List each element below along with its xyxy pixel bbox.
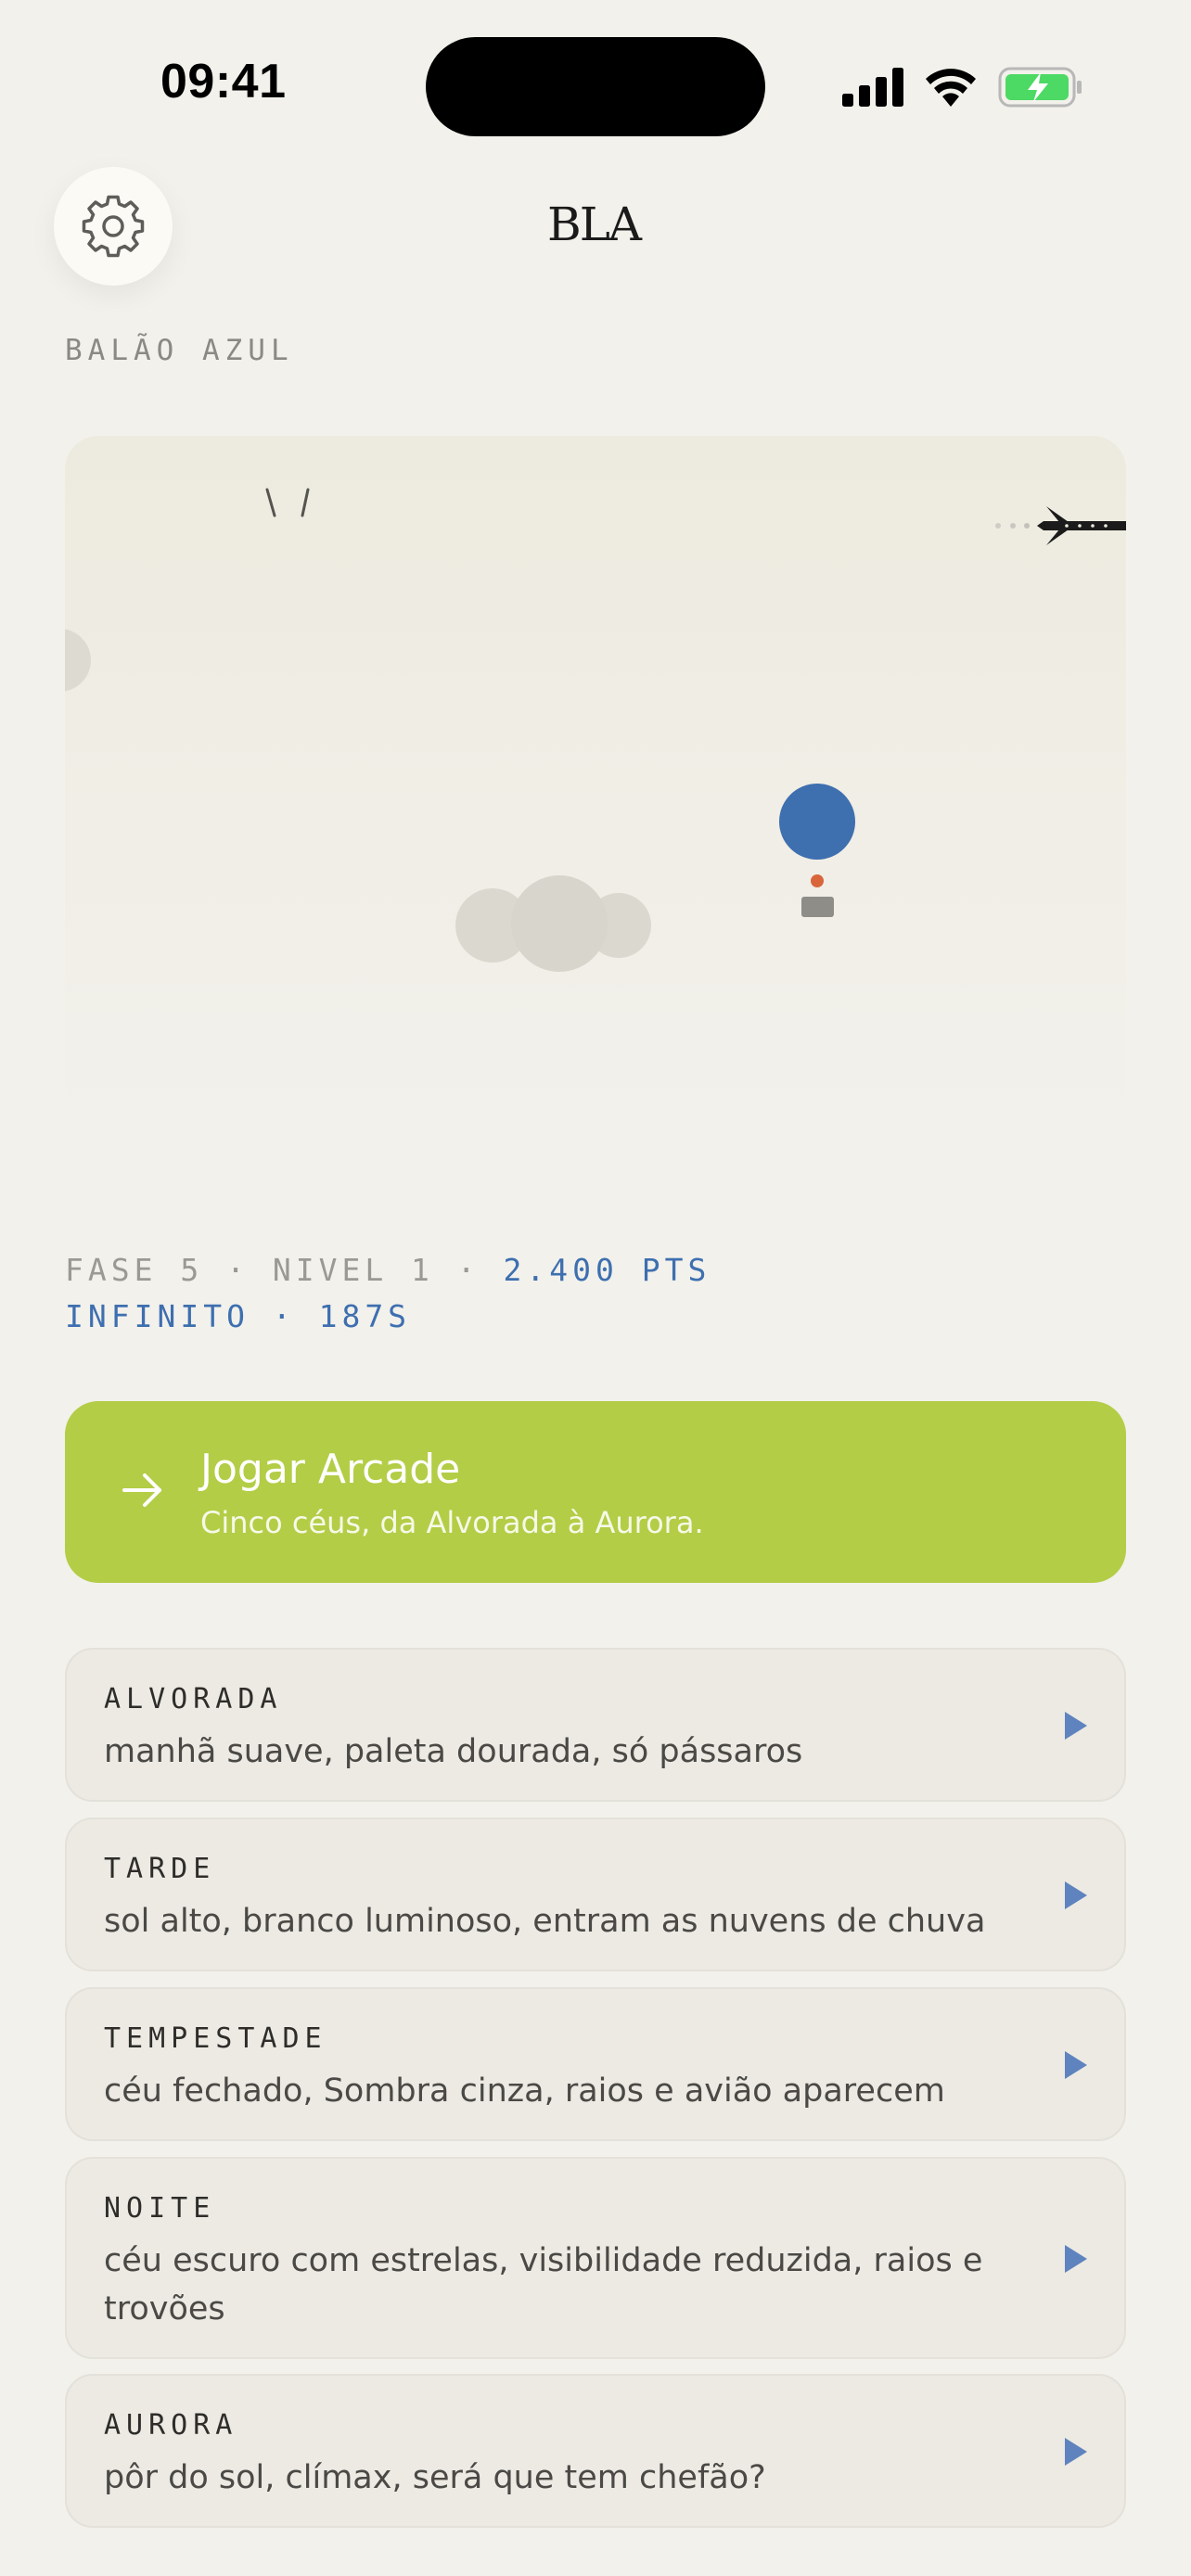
level-card-tempestade[interactable]: TEMPESTADE céu fechado, Sombra cinza, ra…	[65, 1987, 1126, 2141]
level-name: AURORA	[104, 2409, 238, 2442]
level-description: sol alto, branco luminoso, entram as nuv…	[104, 1903, 986, 1940]
stats-line-2: INFINITO · 187S	[65, 1298, 411, 1334]
level-card-alvorada[interactable]: ALVORADA manhã suave, paleta dourada, só…	[65, 1648, 1126, 1802]
stat-phase: FASE 5	[65, 1252, 204, 1288]
status-time: 09:41	[160, 55, 287, 108]
rain-cloud	[455, 875, 651, 972]
level-name: TARDE	[104, 1853, 216, 1885]
app-logo: BLA	[546, 198, 642, 251]
settings-button[interactable]	[54, 167, 173, 286]
level-card-noite[interactable]: NOITE céu escuro com estrelas, visibilid…	[65, 2157, 1126, 2359]
level-card-aurora[interactable]: AURORA pôr do sol, clímax, será que tem …	[65, 2374, 1126, 2528]
level-card-tarde[interactable]: TARDE sol alto, branco luminoso, entram …	[65, 1817, 1126, 1971]
status-icons	[842, 61, 1083, 113]
player-balloon	[779, 784, 855, 917]
play-icon	[1065, 1712, 1087, 1740]
game-canvas[interactable]	[65, 436, 1126, 1128]
play-icon	[1065, 1881, 1087, 1909]
cellular-signal-icon	[842, 68, 903, 107]
level-name: NOITE	[104, 2192, 216, 2225]
level-description: pôr do sol, clímax, será que tem chefão?	[104, 2459, 766, 2496]
battery-charging-icon	[998, 67, 1082, 108]
gear-icon	[82, 195, 145, 258]
stat-separator: ·	[226, 1252, 250, 1288]
level-name: ALVORADA	[104, 1683, 283, 1715]
sun	[65, 629, 91, 692]
stat-time: 187S	[318, 1298, 412, 1334]
stat-separator: ·	[272, 1298, 296, 1334]
app-name: BALÃO AZUL	[65, 334, 294, 367]
dynamic-island	[426, 37, 765, 136]
level-description: céu escuro com estrelas, visibilidade re…	[104, 2242, 983, 2327]
level-name: TEMPESTADE	[104, 2022, 327, 2055]
play-icon	[1065, 2245, 1087, 2273]
arcade-title: Jogar Arcade	[200, 1446, 461, 1493]
play-arcade-button[interactable]: Jogar Arcade Cinco céus, da Alvorada à A…	[65, 1401, 1126, 1583]
airplane-icon	[995, 506, 1126, 545]
stat-separator: ·	[456, 1252, 480, 1288]
birds	[265, 488, 310, 517]
arrow-right-icon	[122, 1473, 161, 1507]
arcade-subtitle: Cinco céus, da Alvorada à Aurora.	[200, 1505, 704, 1540]
level-description: céu fechado, Sombra cinza, raios e avião…	[104, 2072, 945, 2110]
stats-line-1: FASE 5 · NIVEL 1 · 2.400 PTS	[65, 1252, 711, 1288]
level-description: manhã suave, paleta dourada, só pássaros	[104, 1733, 803, 1770]
play-icon	[1065, 2051, 1087, 2079]
play-icon	[1065, 2438, 1087, 2466]
stat-mode: INFINITO	[65, 1298, 250, 1334]
stat-level: NIVEL 1	[272, 1252, 434, 1288]
wifi-icon	[926, 69, 976, 107]
stat-points: 2.400 PTS	[503, 1252, 711, 1288]
